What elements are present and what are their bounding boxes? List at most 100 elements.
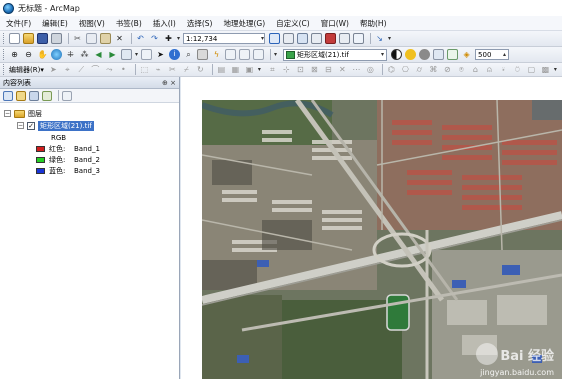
point-icon[interactable]: • bbox=[118, 64, 129, 75]
create-features-icon[interactable]: ▣ bbox=[244, 64, 255, 75]
menu-insert[interactable]: 插入(I) bbox=[153, 18, 176, 29]
menu-selection[interactable]: 选择(S) bbox=[187, 18, 213, 29]
shared-edges-icon[interactable]: ⌭ bbox=[414, 64, 425, 75]
map-view[interactable]: Bai 经验 jingyan.baidu.com bbox=[181, 77, 562, 379]
displacement-icon[interactable]: ▢ bbox=[526, 64, 537, 75]
snap-midpoint-icon[interactable]: ⋯ bbox=[351, 64, 362, 75]
catalog-icon[interactable] bbox=[297, 33, 309, 44]
map-scale-combobox[interactable]: 1:12,734 ▾ bbox=[183, 33, 266, 44]
toolbar-grip[interactable] bbox=[3, 33, 6, 44]
save-icon[interactable] bbox=[37, 33, 48, 44]
fixed-zoom-out-icon[interactable]: ⁂ bbox=[79, 49, 90, 60]
attributes-icon[interactable]: ▤ bbox=[216, 64, 227, 75]
snap-end-icon[interactable]: ⊡ bbox=[295, 64, 306, 75]
pan-icon[interactable]: ✋ bbox=[37, 49, 48, 60]
hyperlink-icon[interactable]: ϟ bbox=[211, 49, 222, 60]
chevron-down-icon[interactable]: ▾ bbox=[261, 35, 264, 42]
print-icon[interactable] bbox=[51, 33, 62, 44]
straight-segment-icon[interactable]: ⟋ bbox=[76, 64, 87, 75]
list-by-selection-icon[interactable] bbox=[42, 90, 52, 101]
arctoolbox-icon[interactable] bbox=[325, 33, 337, 44]
open-folder-icon[interactable] bbox=[23, 33, 34, 44]
snap-intersection-icon[interactable]: ✕ bbox=[337, 64, 348, 75]
menu-help[interactable]: 帮助(H) bbox=[360, 18, 387, 29]
collapse-icon[interactable]: − bbox=[4, 110, 11, 117]
swipe-icon[interactable] bbox=[433, 49, 445, 60]
toolbar-grip[interactable] bbox=[3, 49, 6, 60]
menu-file[interactable]: 文件(F) bbox=[6, 18, 31, 29]
layers-group-name[interactable]: 图层 bbox=[28, 109, 42, 119]
layer-visibility-checkbox[interactable]: ✓ bbox=[27, 121, 35, 130]
toolbar-options-icon[interactable]: ▾ bbox=[258, 66, 261, 73]
clear-selection-icon[interactable] bbox=[141, 49, 153, 60]
menu-edit[interactable]: 编辑(E) bbox=[42, 18, 68, 29]
transparency-icon[interactable] bbox=[419, 49, 431, 60]
measure-icon[interactable] bbox=[197, 49, 209, 60]
edit-annotation-icon[interactable]: ⌖ bbox=[62, 64, 73, 75]
chevron-down-icon[interactable]: ▾ bbox=[381, 51, 384, 58]
add-data-icon[interactable]: ✚ bbox=[163, 33, 174, 44]
toc-pin-close-controls[interactable]: ⊕ × bbox=[162, 79, 176, 87]
cut-icon[interactable]: ✂ bbox=[72, 33, 83, 44]
spinner-icon[interactable]: ▴ bbox=[503, 51, 506, 58]
menu-bookmarks[interactable]: 书签(B) bbox=[116, 18, 142, 29]
delete-icon[interactable]: ✕ bbox=[114, 33, 125, 44]
flicker-icon[interactable] bbox=[447, 49, 459, 60]
zoom-in-icon[interactable]: ⊕ bbox=[9, 49, 20, 60]
add-data-dropdown-icon[interactable]: ▾ bbox=[177, 35, 180, 42]
toolbar-options-icon[interactable]: ▾ bbox=[388, 35, 391, 42]
menu-geoprocessing[interactable]: 地理处理(G) bbox=[223, 18, 265, 29]
map-topology-icon[interactable]: ⎔ bbox=[400, 64, 411, 75]
toolbar-options-icon[interactable]: ▾ bbox=[554, 66, 557, 73]
editor-toolbar-icon[interactable] bbox=[269, 33, 281, 44]
brightness-icon[interactable] bbox=[405, 49, 417, 60]
edit-tool-icon[interactable]: ➤ bbox=[48, 64, 59, 75]
paste-icon[interactable] bbox=[100, 33, 111, 44]
cut-polygons-icon[interactable]: ✂ bbox=[167, 64, 178, 75]
editor-menu-button[interactable]: 编辑器(R)▾ bbox=[9, 65, 44, 75]
full-extent-icon[interactable] bbox=[51, 49, 62, 60]
copy-icon[interactable] bbox=[86, 33, 97, 44]
forward-extent-icon[interactable]: ▶ bbox=[107, 49, 118, 60]
rotate-icon[interactable]: ↻ bbox=[195, 64, 206, 75]
time-slider-icon[interactable] bbox=[239, 49, 251, 60]
raster-layer-name[interactable]: 矩形区域(21).tif bbox=[38, 120, 94, 131]
reshape-icon[interactable]: ⌁ bbox=[153, 64, 164, 75]
menu-windows[interactable]: 窗口(W) bbox=[321, 18, 349, 29]
identify-icon[interactable]: i bbox=[169, 49, 181, 60]
find-icon[interactable]: ⌕ bbox=[183, 49, 194, 60]
create-viewer-icon[interactable] bbox=[253, 49, 265, 60]
spatial-adjust-icon[interactable]: ⌂ bbox=[470, 64, 481, 75]
georef-tool-icon[interactable]: ⌗ bbox=[267, 64, 278, 75]
redo-icon[interactable]: ↷ bbox=[149, 33, 160, 44]
end-point-arc-icon[interactable]: ⌒ bbox=[90, 64, 101, 75]
help-icon[interactable]: ↘ bbox=[374, 33, 385, 44]
snap-point-icon[interactable]: ⊹ bbox=[281, 64, 292, 75]
snap-vertex-icon[interactable]: ⊠ bbox=[309, 64, 320, 75]
adjust-preview-icon[interactable]: ▩ bbox=[540, 64, 551, 75]
error-inspector-icon[interactable]: ⊘ bbox=[442, 64, 453, 75]
effects-icon[interactable]: ◈ bbox=[461, 49, 472, 60]
contrast-icon[interactable] bbox=[391, 49, 403, 60]
collapse-icon[interactable]: − bbox=[17, 122, 24, 129]
rubbersheet-icon[interactable]: ⍝ bbox=[484, 64, 495, 75]
fix-topology-icon[interactable]: ⍟ bbox=[456, 64, 467, 75]
satellite-raster-image[interactable]: Bai 经验 jingyan.baidu.com bbox=[202, 100, 562, 379]
menu-view[interactable]: 视图(V) bbox=[79, 18, 105, 29]
snap-tangent-icon[interactable]: ◎ bbox=[365, 64, 376, 75]
table-of-contents-icon[interactable] bbox=[283, 33, 295, 44]
new-document-icon[interactable] bbox=[9, 33, 20, 44]
toolbar-grip[interactable] bbox=[3, 64, 6, 75]
model-builder-icon[interactable] bbox=[353, 33, 365, 44]
toc-options-icon[interactable] bbox=[62, 90, 72, 101]
edit-vertices-icon[interactable]: ⬚ bbox=[139, 64, 150, 75]
search-window-icon[interactable] bbox=[311, 33, 323, 44]
edgematch-icon[interactable]: ⍣ bbox=[498, 64, 509, 75]
undo-icon[interactable]: ↶ bbox=[135, 33, 146, 44]
python-window-icon[interactable] bbox=[339, 33, 351, 44]
trace-icon[interactable]: ⤳ bbox=[104, 64, 115, 75]
toolbar-options-icon[interactable]: ▾ bbox=[274, 51, 277, 58]
links-icon[interactable]: ⍥ bbox=[512, 64, 523, 75]
list-by-drawing-order-icon[interactable] bbox=[3, 90, 13, 101]
list-by-visibility-icon[interactable] bbox=[29, 90, 39, 101]
